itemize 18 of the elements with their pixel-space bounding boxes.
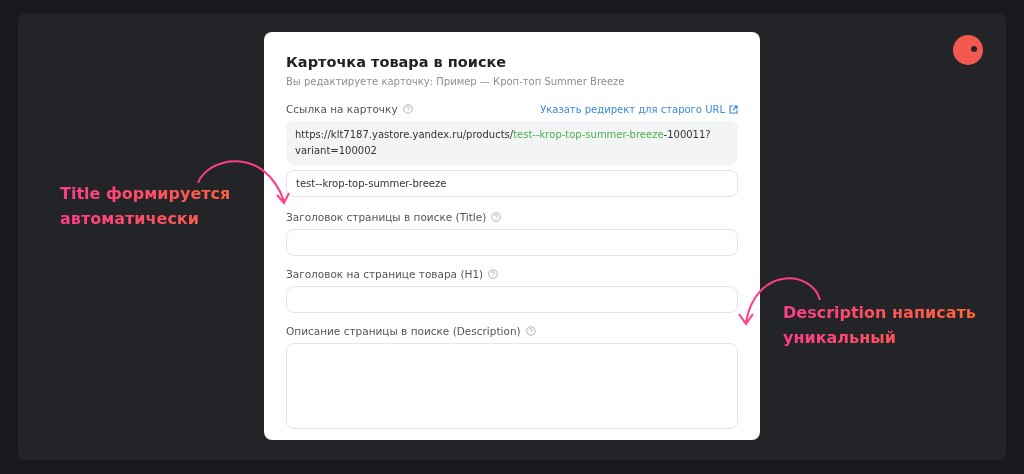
help-icon[interactable] <box>488 269 499 279</box>
external-link-icon <box>729 104 738 114</box>
help-icon[interactable] <box>402 104 413 114</box>
field-label: Ссылка на карточку <box>286 103 398 115</box>
input-field[interactable] <box>286 286 738 313</box>
field-label: Описание страницы в поиске (Description) <box>286 325 521 337</box>
url-preview: https://klt7187.yastore.yandex.ru/products/test--krop-top-summer-breeze-100011?variant=100002 <box>286 121 738 165</box>
field-label: Заголовок на странице товара (H1) <box>286 268 484 280</box>
field-label: Заголовок страницы в поиске (Title) <box>286 211 487 223</box>
card-subtitle: Вы редактируете карточку: Пример — Кроп-топ Summer Breeze <box>286 76 626 87</box>
help-icon[interactable] <box>491 212 502 222</box>
input-field[interactable] <box>286 229 738 256</box>
help-icon[interactable] <box>525 326 536 336</box>
description-field[interactable] <box>286 343 738 429</box>
card-title: Карточка товара в поиске <box>286 54 508 70</box>
record-icon <box>952 34 984 66</box>
redirect-link[interactable]: Указать редирект для старого URL <box>540 103 738 115</box>
slug-field[interactable]: test--krop-top-summer-breeze <box>286 170 738 197</box>
